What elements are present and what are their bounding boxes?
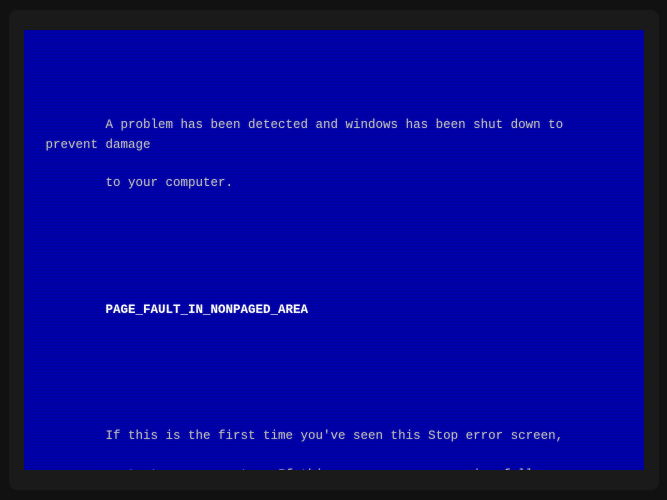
bsod-content: A problem has been detected and windows …	[46, 58, 622, 470]
para1-line1: If this is the first time you've seen th…	[106, 429, 564, 443]
para1-line2: restart your computer. If this screen ap…	[106, 468, 549, 471]
header-line1: A problem has been detected and windows …	[46, 118, 571, 151]
monitor: A problem has been detected and windows …	[9, 10, 659, 490]
header-block: A problem has been detected and windows …	[46, 97, 622, 213]
bsod-screen: A problem has been detected and windows …	[24, 30, 644, 470]
error-code: PAGE_FAULT_IN_NONPAGED_AREA	[106, 303, 309, 317]
header-line2: to your computer.	[106, 176, 234, 190]
paragraph1: If this is the first time you've seen th…	[46, 407, 622, 470]
error-code-block: PAGE_FAULT_IN_NONPAGED_AREA	[46, 281, 622, 339]
